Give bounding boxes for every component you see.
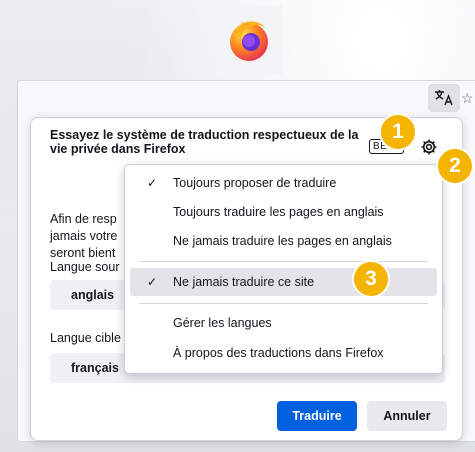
menu-item-never-translate-site[interactable]: ✓ Ne jamais traduire ce site xyxy=(130,268,437,296)
settings-menu: ✓ Toujours proposer de traduire Toujours… xyxy=(124,164,443,374)
translate-submit-button[interactable]: Traduire xyxy=(277,401,357,431)
menu-item-manage-languages[interactable]: Gérer les langues xyxy=(130,309,437,337)
menu-item-label: Gérer les langues xyxy=(173,316,272,330)
callout-badge-3: 3 xyxy=(352,260,390,298)
cancel-button[interactable]: Annuler xyxy=(367,401,447,431)
menu-item-label: Toujours traduire les pages en anglais xyxy=(173,205,384,219)
source-language-value: anglais xyxy=(71,288,115,302)
menu-item-never-translate-language[interactable]: Ne jamais traduire les pages en anglais xyxy=(130,227,437,255)
callout-badge-2: 2 xyxy=(436,147,474,185)
menu-item-about-translations[interactable]: À propos des traductions dans Firefox xyxy=(130,339,437,367)
callout-badge-1: 1 xyxy=(379,113,417,151)
source-language-label: Langue sour xyxy=(50,260,120,274)
gear-icon xyxy=(421,139,437,155)
menu-item-always-offer[interactable]: ✓ Toujours proposer de traduire xyxy=(130,169,437,197)
firefox-logo xyxy=(230,21,268,61)
star-icon[interactable]: ☆ xyxy=(461,90,474,107)
intro-line: jamais votre xyxy=(50,229,118,243)
menu-separator xyxy=(139,261,428,262)
menu-item-label: Ne jamais traduire les pages en anglais xyxy=(173,234,392,248)
menu-separator xyxy=(139,303,428,304)
firefox-logo-tile xyxy=(216,5,282,75)
target-language-label: Langue cible xyxy=(50,331,121,345)
check-icon: ✓ xyxy=(147,275,158,289)
translate-button[interactable] xyxy=(428,84,460,112)
panel-title: Essayez le système de traduction respect… xyxy=(50,128,359,156)
menu-item-always-translate[interactable]: Toujours traduire les pages en anglais xyxy=(130,198,437,226)
menu-item-label: Toujours proposer de traduire xyxy=(173,176,337,190)
check-icon: ✓ xyxy=(147,176,158,190)
menu-item-label: Ne jamais traduire ce site xyxy=(173,275,315,289)
settings-button[interactable] xyxy=(420,138,438,161)
intro-line: Afin de resp xyxy=(50,212,117,226)
menu-item-label: À propos des traductions dans Firefox xyxy=(173,346,384,360)
target-language-value: français xyxy=(71,361,119,375)
intro-text: Afin de resp jamais votre seront bient xyxy=(50,211,117,262)
translate-icon xyxy=(435,90,453,106)
